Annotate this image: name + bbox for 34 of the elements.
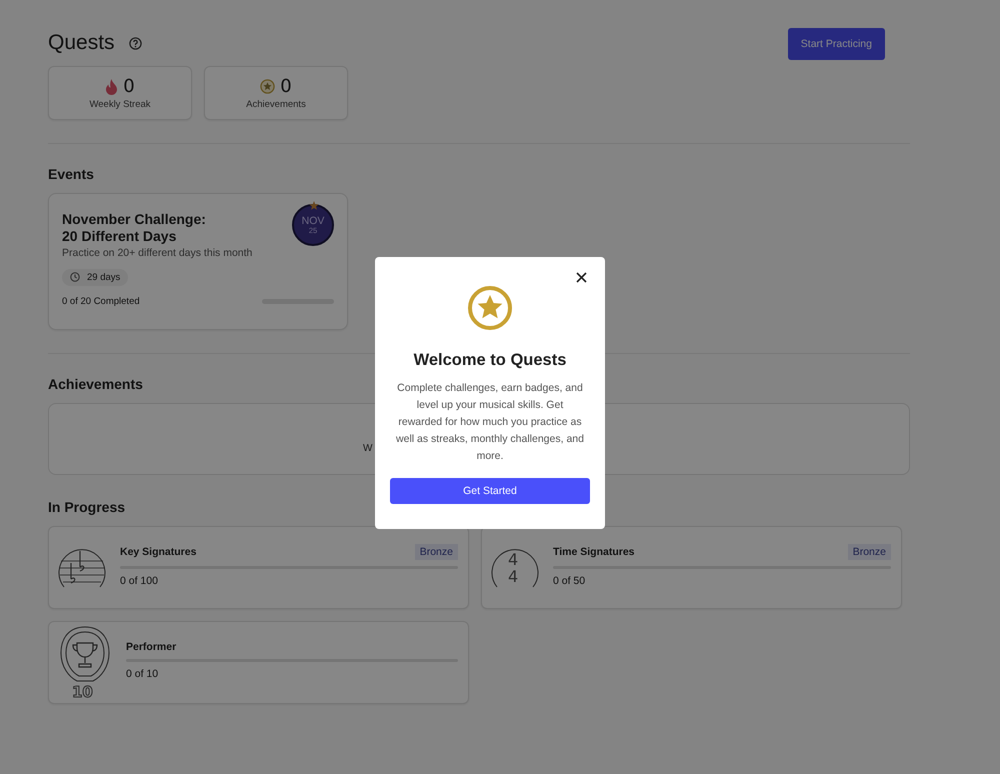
star-medal-icon [467, 285, 513, 331]
event-description: Practice on 20+ different days this month [62, 247, 254, 259]
quest-name: Key Signatures [120, 546, 196, 558]
quest-name: Time Signatures [553, 546, 634, 558]
section-heading: In Progress [48, 499, 126, 515]
start-practicing-button[interactable]: Start Practicing [788, 28, 885, 60]
help-icon[interactable] [128, 36, 142, 50]
progress-text: 0 of 20 Completed [62, 296, 140, 307]
dialog-title: Welcome to Quests [414, 351, 566, 370]
quest-card[interactable]: Key Signatures Bronze 0 of 100 [48, 526, 469, 609]
progress-text: 0 of 10 [126, 668, 160, 680]
time-left-chip: 29 days [62, 268, 128, 286]
event-title: November Challenge: 20 Different Days [62, 211, 206, 246]
stat-value: 0 [123, 76, 135, 97]
stat-label: Achievements [246, 99, 306, 110]
get-started-button[interactable]: Get Started [390, 478, 590, 504]
dialog-text: Complete challenges, earn badges, and level up your musical skills. Get rewarded for how much you practice as well as streaks, monthly challenges, and more. [395, 381, 585, 464]
flame-icon [105, 78, 118, 94]
section-heading: Achievements [48, 376, 143, 392]
empty-message: W [363, 442, 372, 454]
tier-tag: Bronze [848, 544, 891, 560]
quest-card[interactable]: 4 4 Time Signatures Bronze 0 of 50 [481, 526, 902, 609]
quest-card[interactable]: 10 Performer 0 of 10 [48, 621, 469, 704]
progress-text: 0 of 50 [553, 575, 586, 587]
stat-label: Weekly Streak [89, 99, 151, 110]
stat-value: 0 [280, 76, 292, 97]
section-heading: Events [48, 166, 94, 182]
clock-icon [70, 272, 80, 282]
progress-text: 0 of 100 [120, 575, 159, 587]
star-medal-icon [260, 79, 276, 94]
tier-tag: Bronze [414, 544, 458, 560]
page-title: Quests [48, 31, 115, 55]
close-button[interactable] [574, 270, 589, 285]
quest-name: Performer [126, 641, 176, 653]
